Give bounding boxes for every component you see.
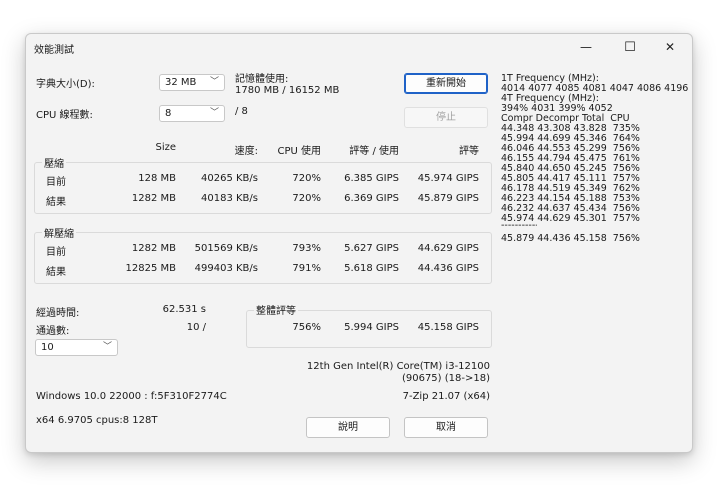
maximize-icon: ☐ <box>624 39 636 55</box>
cpu-threads-value: 8 <box>165 108 172 119</box>
frequency-panel: 1T Frequency (MHz): 4014 4077 4085 4081 … <box>501 74 688 244</box>
benchmark-window: 效能測試 — ☐ ✕ 字典大小(D): 32 MB ﹀ CPU 線程數: 8 ﹀… <box>25 33 693 453</box>
col-header-rating: 評等 <box>459 146 479 157</box>
version-info: 7-Zip 21.07 (x64) <box>402 391 490 402</box>
passes-select[interactable]: 10 ﹀ <box>35 339 118 356</box>
total-rating-usage: 5.994 GIPS <box>344 322 399 333</box>
compress-result-rating: 45.879 GIPS <box>417 193 479 204</box>
total-cpu: 756% <box>292 322 321 333</box>
memory-usage-label: 記憶體使用: <box>235 74 289 85</box>
memory-usage-value: 1780 MB / 16152 MB <box>235 85 340 96</box>
arch-info: x64 6.9705 cpus:8 128T <box>36 415 158 426</box>
col-header-cpu-usage: CPU 使用 <box>277 146 321 157</box>
decompress-result-label: 結果 <box>46 267 66 278</box>
chevron-down-icon: ﹀ <box>209 77 219 87</box>
decompress-current-cpu: 793% <box>292 243 321 254</box>
cpu-id: (90675) (18->18) <box>401 373 490 384</box>
maximize-button[interactable]: ☐ <box>608 34 652 60</box>
compress-result-speed: 40183 KB/s <box>201 193 258 204</box>
compress-current-cpu: 720% <box>292 173 321 184</box>
compress-result-rating-usage: 6.369 GIPS <box>344 193 399 204</box>
dict-size-value: 32 MB <box>165 77 197 88</box>
col-header-speed: 速度: <box>234 146 258 157</box>
decompress-result-size: 12825 MB <box>125 263 176 274</box>
restart-button[interactable]: 重新開始 <box>404 73 488 94</box>
cpu-threads-select[interactable]: 8 ﹀ <box>159 105 225 122</box>
compress-current-size: 128 MB <box>138 173 176 184</box>
close-icon: ✕ <box>664 40 676 54</box>
chevron-down-icon: ﹀ <box>102 342 112 352</box>
log-summary: 45.879 44.436 45.158 756% <box>501 233 640 244</box>
compress-result-cpu: 720% <box>292 193 321 204</box>
compress-result-label: 結果 <box>46 197 66 208</box>
elapsed-time-value: 62.531 s <box>162 304 206 315</box>
minimize-icon: — <box>580 40 592 54</box>
decompress-result-speed: 499403 KB/s <box>194 263 258 274</box>
os-info: Windows 10.0 22000 : f:5F310F2774C <box>36 391 227 402</box>
compress-current-rating: 45.974 GIPS <box>417 173 479 184</box>
passes-value: 10 / <box>186 322 206 333</box>
passes-label: 通過數: <box>36 326 70 337</box>
decompress-current-label: 目前 <box>46 247 66 258</box>
dict-size-label: 字典大小(D): <box>36 79 95 90</box>
minimize-button[interactable]: — <box>564 34 608 60</box>
col-header-rating-usage: 評等 / 使用 <box>349 146 399 157</box>
col-header-size: Size <box>155 142 176 153</box>
cpu-threads-label: CPU 線程數: <box>36 110 93 121</box>
decompress-current-rating: 44.629 GIPS <box>417 243 479 254</box>
compress-group <box>34 162 492 214</box>
decompress-result-rating-usage: 5.618 GIPS <box>344 263 399 274</box>
decompress-current-speed: 501569 KB/s <box>194 243 258 254</box>
total-rating: 45.158 GIPS <box>417 322 479 333</box>
decompress-result-cpu: 791% <box>292 263 321 274</box>
log-row: 45.974 44.629 45.301 757% <box>501 213 640 224</box>
cpu-model: 12th Gen Intel(R) Core(TM) i3-12100 <box>306 361 490 372</box>
passes-select-value: 10 <box>41 342 54 353</box>
chevron-down-icon: ﹀ <box>209 108 219 118</box>
compress-current-speed: 40265 KB/s <box>201 173 258 184</box>
stop-button[interactable]: 停止 <box>404 107 488 128</box>
decompress-group-label: 解壓縮 <box>42 225 76 240</box>
decompress-group <box>34 232 492 284</box>
decompress-current-size: 1282 MB <box>131 243 176 254</box>
cpu-threads-max: / 8 <box>235 106 248 117</box>
total-rating-label: 整體評等 <box>254 302 298 317</box>
window-title: 效能測試 <box>34 45 74 56</box>
decompress-result-rating: 44.436 GIPS <box>417 263 479 274</box>
compress-current-rating-usage: 6.385 GIPS <box>344 173 399 184</box>
cancel-button[interactable]: 取消 <box>404 417 488 438</box>
help-button[interactable]: 說明 <box>306 417 390 438</box>
title-bar[interactable]: 效能測試 — ☐ ✕ <box>26 34 692 60</box>
compress-group-label: 壓縮 <box>42 155 66 170</box>
compress-current-label: 目前 <box>46 177 66 188</box>
close-button[interactable]: ✕ <box>648 34 692 60</box>
elapsed-time-label: 經過時間: <box>36 308 80 319</box>
decompress-current-rating-usage: 5.627 GIPS <box>344 243 399 254</box>
dict-size-select[interactable]: 32 MB ﹀ <box>159 74 225 91</box>
log-separator: ------------------------------ <box>501 224 537 231</box>
compress-result-size: 1282 MB <box>131 193 176 204</box>
